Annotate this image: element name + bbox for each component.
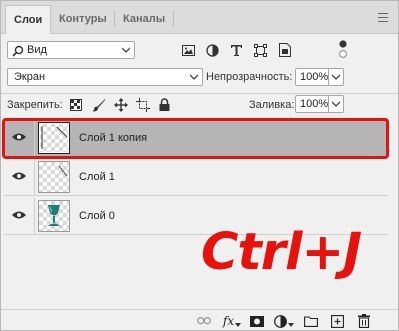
tab-paths[interactable]: Контуры xyxy=(51,5,115,34)
fill-label: Заливка: xyxy=(249,99,295,111)
filter-smart-object-icon[interactable] xyxy=(276,41,294,59)
layer-row[interactable]: Слой 1 xyxy=(3,158,388,196)
lock-position-icon[interactable] xyxy=(114,98,128,112)
search-icon xyxy=(12,45,24,57)
chevron-down-icon xyxy=(235,323,242,327)
filter-toggle-switch[interactable] xyxy=(338,39,348,61)
goblet-image-icon xyxy=(48,205,60,226)
filter-shape-icon[interactable] xyxy=(251,41,269,59)
tab-layers[interactable]: Слои xyxy=(5,5,52,34)
opacity-dropdown[interactable] xyxy=(329,68,344,86)
tab-bar: Слои Контуры Каналы xyxy=(1,1,398,34)
panel-menu-icon[interactable] xyxy=(378,13,388,22)
tab-separator xyxy=(173,11,174,27)
filter-pixel-icon[interactable] xyxy=(179,41,197,59)
visibility-eye-icon[interactable] xyxy=(12,210,26,220)
chevron-down-icon xyxy=(332,74,340,80)
fill-dropdown[interactable] xyxy=(329,95,344,113)
opacity-label: Непрозрачность: xyxy=(206,71,293,83)
chevron-down-icon xyxy=(190,74,198,80)
fx-label: fx xyxy=(222,314,235,328)
filter-kind-select[interactable]: Вид xyxy=(7,41,135,59)
chevron-down-icon xyxy=(332,101,340,107)
lock-label: Закрепить: xyxy=(7,99,63,111)
filter-type-icon[interactable] xyxy=(227,41,245,59)
selection-highlight-frame xyxy=(2,118,389,159)
layer-thumbnail[interactable] xyxy=(38,161,70,193)
chevron-down-icon xyxy=(288,323,294,327)
layers-panel: Слои Контуры Каналы Вид Экран Непрозрачн… xyxy=(0,0,399,331)
fill-input[interactable]: 100% xyxy=(295,95,329,113)
visibility-eye-icon[interactable] xyxy=(12,171,26,181)
column-divider xyxy=(34,158,35,196)
lock-all-icon[interactable] xyxy=(159,98,170,111)
lock-transparent-pixels-icon[interactable] xyxy=(70,99,82,111)
filter-adjustment-icon[interactable] xyxy=(203,41,221,59)
blend-mode-value: Экран xyxy=(14,71,46,83)
new-layer-icon[interactable] xyxy=(330,314,344,328)
filter-kind-label: Вид xyxy=(27,44,47,56)
lock-row: Закрепить: Заливка: 100% xyxy=(1,93,398,115)
add-mask-icon[interactable] xyxy=(250,314,264,328)
layer-name[interactable]: Слой 0 xyxy=(79,210,115,222)
opacity-input[interactable]: 100% xyxy=(295,68,329,86)
chevron-down-icon xyxy=(122,47,130,53)
shortcut-annotation: Ctrl+J xyxy=(201,223,362,282)
new-group-folder-icon[interactable] xyxy=(304,314,318,328)
layer-style-fx-button[interactable]: fx xyxy=(222,314,242,328)
link-layers-icon[interactable] xyxy=(197,314,211,328)
lock-image-pixels-icon[interactable] xyxy=(92,98,106,112)
column-divider xyxy=(34,197,35,235)
layer-thumbnail[interactable] xyxy=(38,200,70,232)
lock-artboard-icon[interactable] xyxy=(136,98,150,112)
blend-mode-select[interactable]: Экран xyxy=(7,68,203,86)
trash-delete-icon[interactable] xyxy=(357,314,371,328)
bottom-toolbar: fx xyxy=(1,309,398,331)
layer-name[interactable]: Слой 1 xyxy=(79,171,115,183)
tab-channels[interactable]: Каналы xyxy=(115,5,173,34)
adjustment-layer-icon[interactable] xyxy=(274,314,294,328)
